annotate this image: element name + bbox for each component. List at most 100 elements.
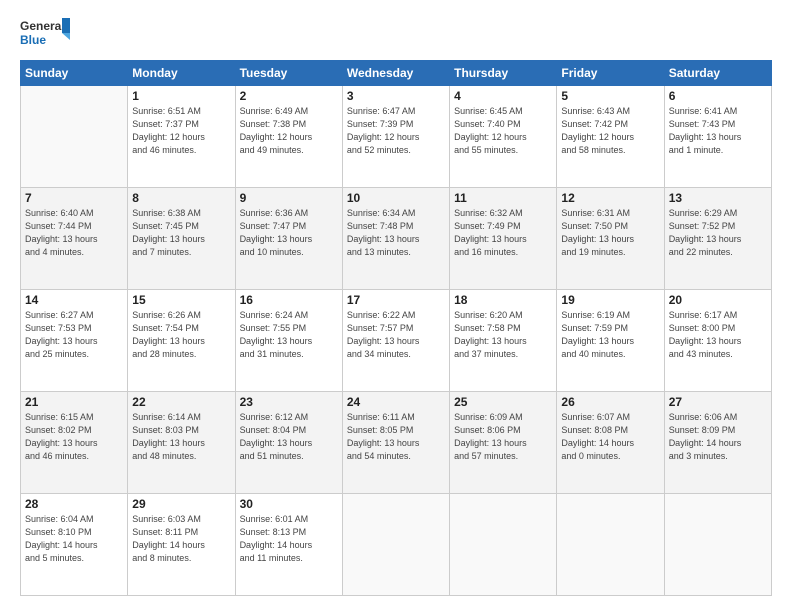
day-number: 13 (669, 191, 767, 205)
calendar-day-cell: 1 Sunrise: 6:51 AM Sunset: 7:37 PM Daylig… (128, 86, 235, 188)
day-number: 5 (561, 89, 659, 103)
weekday-header: Wednesday (342, 61, 449, 86)
calendar-table: SundayMondayTuesdayWednesdayThursdayFrid… (20, 60, 772, 596)
day-info: Sunrise: 6:15 AM Sunset: 8:02 PM Dayligh… (25, 411, 123, 463)
header: General Blue (20, 16, 772, 50)
day-number: 24 (347, 395, 445, 409)
calendar-day-cell: 11 Sunrise: 6:32 AM Sunset: 7:49 PM Dayli… (450, 188, 557, 290)
day-info: Sunrise: 6:49 AM Sunset: 7:38 PM Dayligh… (240, 105, 338, 157)
day-info: Sunrise: 6:11 AM Sunset: 8:05 PM Dayligh… (347, 411, 445, 463)
logo-svg: General Blue (20, 16, 70, 50)
day-info: Sunrise: 6:20 AM Sunset: 7:58 PM Dayligh… (454, 309, 552, 361)
day-info: Sunrise: 6:03 AM Sunset: 8:11 PM Dayligh… (132, 513, 230, 565)
day-info: Sunrise: 6:24 AM Sunset: 7:55 PM Dayligh… (240, 309, 338, 361)
calendar-day-cell: 15 Sunrise: 6:26 AM Sunset: 7:54 PM Dayli… (128, 290, 235, 392)
calendar-week-row: 21 Sunrise: 6:15 AM Sunset: 8:02 PM Dayli… (21, 392, 772, 494)
day-number: 2 (240, 89, 338, 103)
calendar-day-cell: 19 Sunrise: 6:19 AM Sunset: 7:59 PM Dayli… (557, 290, 664, 392)
day-info: Sunrise: 6:17 AM Sunset: 8:00 PM Dayligh… (669, 309, 767, 361)
day-number: 22 (132, 395, 230, 409)
weekday-header: Sunday (21, 61, 128, 86)
calendar-header-row: SundayMondayTuesdayWednesdayThursdayFrid… (21, 61, 772, 86)
calendar-day-cell: 5Sunrise: 6:43 AM Sunset: 7:42 PM Daylig… (557, 86, 664, 188)
day-number: 16 (240, 293, 338, 307)
day-number: 20 (669, 293, 767, 307)
day-number: 29 (132, 497, 230, 511)
calendar-day-cell (664, 494, 771, 596)
calendar-day-cell: 21 Sunrise: 6:15 AM Sunset: 8:02 PM Dayli… (21, 392, 128, 494)
calendar-day-cell: 16 Sunrise: 6:24 AM Sunset: 7:55 PM Dayli… (235, 290, 342, 392)
calendar-day-cell (342, 494, 449, 596)
day-info: Sunrise: 6:14 AM Sunset: 8:03 PM Dayligh… (132, 411, 230, 463)
calendar-day-cell: 24 Sunrise: 6:11 AM Sunset: 8:05 PM Dayli… (342, 392, 449, 494)
calendar-day-cell: 18 Sunrise: 6:20 AM Sunset: 7:58 PM Dayli… (450, 290, 557, 392)
day-info: Sunrise: 6:12 AM Sunset: 8:04 PM Dayligh… (240, 411, 338, 463)
calendar-day-cell: 9 Sunrise: 6:36 AM Sunset: 7:47 PM Daylig… (235, 188, 342, 290)
day-info: Sunrise: 6:01 AM Sunset: 8:13 PM Dayligh… (240, 513, 338, 565)
day-info: Sunrise: 6:47 AM Sunset: 7:39 PM Dayligh… (347, 105, 445, 157)
day-number: 15 (132, 293, 230, 307)
day-number: 25 (454, 395, 552, 409)
calendar-day-cell: 20 Sunrise: 6:17 AM Sunset: 8:00 PM Dayli… (664, 290, 771, 392)
calendar-week-row: 28Sunrise: 6:04 AM Sunset: 8:10 PM Dayli… (21, 494, 772, 596)
day-info: Sunrise: 6:27 AM Sunset: 7:53 PM Dayligh… (25, 309, 123, 361)
calendar-week-row: 1 Sunrise: 6:51 AM Sunset: 7:37 PM Daylig… (21, 86, 772, 188)
calendar-day-cell: 23 Sunrise: 6:12 AM Sunset: 8:04 PM Dayli… (235, 392, 342, 494)
calendar-day-cell: 27 Sunrise: 6:06 AM Sunset: 8:09 PM Dayli… (664, 392, 771, 494)
day-number: 4 (454, 89, 552, 103)
day-number: 26 (561, 395, 659, 409)
calendar-day-cell: 29 Sunrise: 6:03 AM Sunset: 8:11 PM Dayli… (128, 494, 235, 596)
day-number: 8 (132, 191, 230, 205)
day-info: Sunrise: 6:07 AM Sunset: 8:08 PM Dayligh… (561, 411, 659, 463)
calendar-week-row: 7 Sunrise: 6:40 AM Sunset: 7:44 PM Daylig… (21, 188, 772, 290)
day-number: 30 (240, 497, 338, 511)
day-info: Sunrise: 6:51 AM Sunset: 7:37 PM Dayligh… (132, 105, 230, 157)
calendar-day-cell: 22 Sunrise: 6:14 AM Sunset: 8:03 PM Dayli… (128, 392, 235, 494)
calendar-day-cell (557, 494, 664, 596)
day-number: 17 (347, 293, 445, 307)
day-info: Sunrise: 6:32 AM Sunset: 7:49 PM Dayligh… (454, 207, 552, 259)
day-info: Sunrise: 6:41 AM Sunset: 7:43 PM Dayligh… (669, 105, 767, 157)
calendar-day-cell: 10Sunrise: 6:34 AM Sunset: 7:48 PM Dayli… (342, 188, 449, 290)
page: General Blue SundayMondayTuesdayWednesda… (0, 0, 792, 612)
calendar-day-cell: 6Sunrise: 6:41 AM Sunset: 7:43 PM Daylig… (664, 86, 771, 188)
weekday-header: Monday (128, 61, 235, 86)
calendar-day-cell: 30 Sunrise: 6:01 AM Sunset: 8:13 PM Dayli… (235, 494, 342, 596)
day-info: Sunrise: 6:09 AM Sunset: 8:06 PM Dayligh… (454, 411, 552, 463)
calendar-day-cell: 26 Sunrise: 6:07 AM Sunset: 8:08 PM Dayli… (557, 392, 664, 494)
calendar-day-cell: 2 Sunrise: 6:49 AM Sunset: 7:38 PM Daylig… (235, 86, 342, 188)
day-number: 27 (669, 395, 767, 409)
calendar-day-cell: 12Sunrise: 6:31 AM Sunset: 7:50 PM Dayli… (557, 188, 664, 290)
day-number: 7 (25, 191, 123, 205)
calendar-day-cell: 3Sunrise: 6:47 AM Sunset: 7:39 PM Daylig… (342, 86, 449, 188)
day-number: 11 (454, 191, 552, 205)
day-info: Sunrise: 6:31 AM Sunset: 7:50 PM Dayligh… (561, 207, 659, 259)
weekday-header: Friday (557, 61, 664, 86)
day-number: 9 (240, 191, 338, 205)
day-number: 14 (25, 293, 123, 307)
day-info: Sunrise: 6:36 AM Sunset: 7:47 PM Dayligh… (240, 207, 338, 259)
weekday-header: Saturday (664, 61, 771, 86)
day-info: Sunrise: 6:19 AM Sunset: 7:59 PM Dayligh… (561, 309, 659, 361)
calendar-day-cell: 28Sunrise: 6:04 AM Sunset: 8:10 PM Dayli… (21, 494, 128, 596)
svg-text:General: General (20, 19, 65, 33)
day-number: 18 (454, 293, 552, 307)
calendar-day-cell: 17 Sunrise: 6:22 AM Sunset: 7:57 PM Dayli… (342, 290, 449, 392)
day-info: Sunrise: 6:45 AM Sunset: 7:40 PM Dayligh… (454, 105, 552, 157)
calendar-day-cell: 14 Sunrise: 6:27 AM Sunset: 7:53 PM Dayli… (21, 290, 128, 392)
day-info: Sunrise: 6:22 AM Sunset: 7:57 PM Dayligh… (347, 309, 445, 361)
day-number: 19 (561, 293, 659, 307)
day-info: Sunrise: 6:06 AM Sunset: 8:09 PM Dayligh… (669, 411, 767, 463)
day-number: 21 (25, 395, 123, 409)
day-info: Sunrise: 6:26 AM Sunset: 7:54 PM Dayligh… (132, 309, 230, 361)
calendar-day-cell: 8Sunrise: 6:38 AM Sunset: 7:45 PM Daylig… (128, 188, 235, 290)
weekday-header: Thursday (450, 61, 557, 86)
day-number: 1 (132, 89, 230, 103)
calendar-day-cell (450, 494, 557, 596)
calendar-day-cell: 4 Sunrise: 6:45 AM Sunset: 7:40 PM Daylig… (450, 86, 557, 188)
day-info: Sunrise: 6:40 AM Sunset: 7:44 PM Dayligh… (25, 207, 123, 259)
day-number: 23 (240, 395, 338, 409)
day-number: 10 (347, 191, 445, 205)
weekday-header: Tuesday (235, 61, 342, 86)
day-info: Sunrise: 6:04 AM Sunset: 8:10 PM Dayligh… (25, 513, 123, 565)
